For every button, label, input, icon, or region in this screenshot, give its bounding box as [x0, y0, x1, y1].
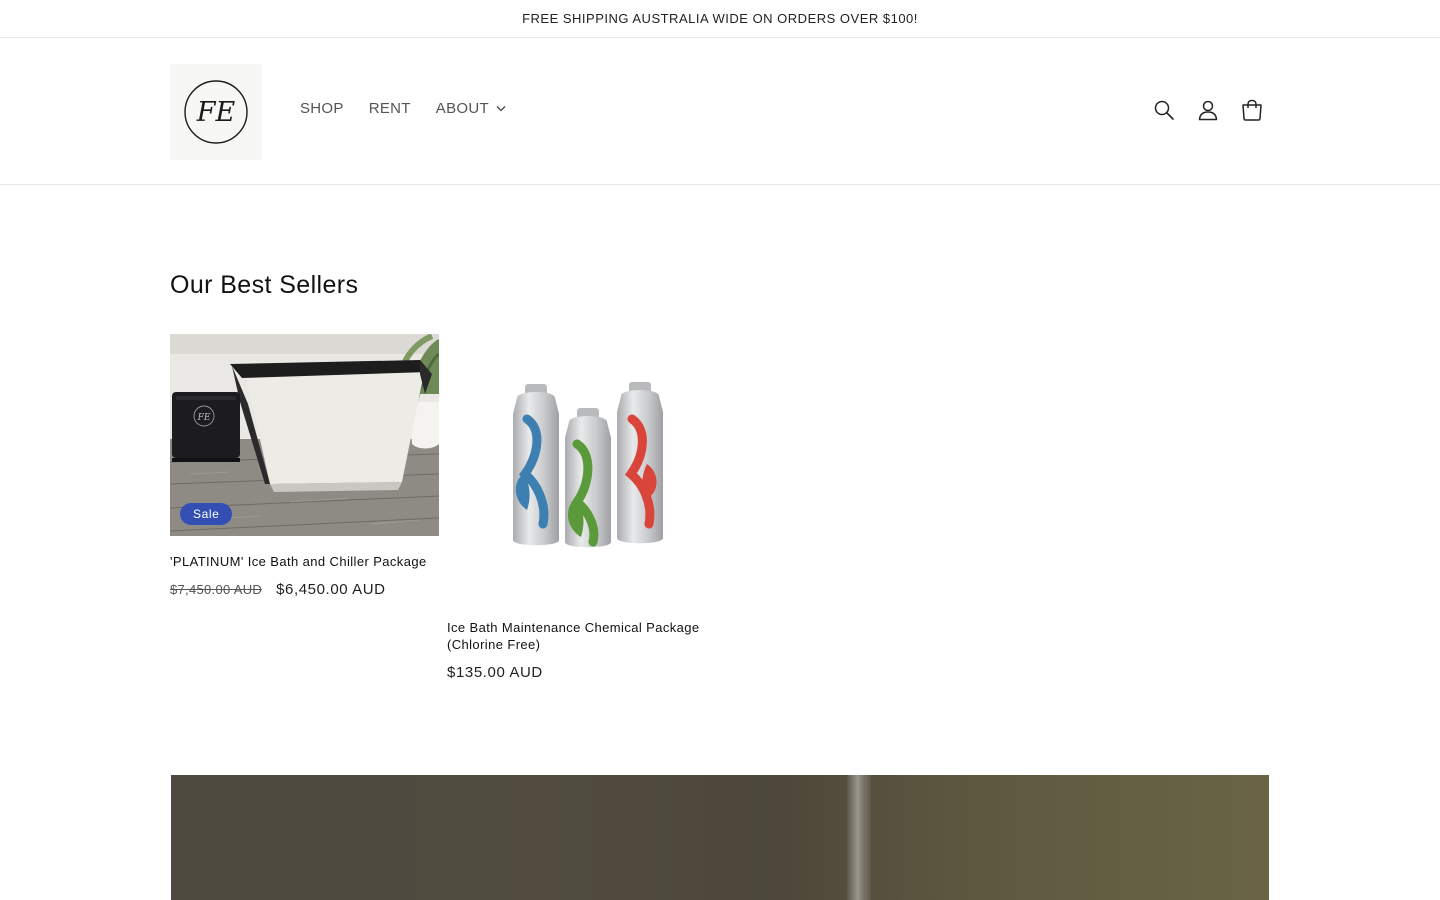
product-image-chemicals[interactable]	[447, 334, 716, 603]
regular-price: $7,450.00 AUD	[170, 582, 263, 597]
bottle-green	[565, 408, 611, 548]
nav-shop-label: SHOP	[300, 100, 344, 117]
chemical-bottles-photo	[513, 382, 663, 548]
sale-badge: Sale	[180, 503, 233, 525]
bottle-blue	[513, 384, 559, 546]
price-row: $7,450.00 AUD $6,450.00 AUD	[170, 581, 439, 598]
sale-price: $6,450.00 AUD	[276, 581, 386, 598]
account-icon[interactable]	[1194, 96, 1222, 124]
nav-shop[interactable]: SHOP	[300, 100, 344, 117]
logo-mark-icon: FE	[184, 80, 248, 144]
product-image-ice-bath[interactable]: FE Sale	[170, 334, 439, 536]
banner-photo-detail	[847, 775, 871, 900]
nav-rent-label: RENT	[368, 100, 411, 117]
product-card[interactable]: FE Sale 'PLATINUM' Ice Bath and Chiller …	[170, 334, 439, 598]
cart-icon[interactable]	[1238, 96, 1266, 124]
section-title: Our Best Sellers	[170, 271, 359, 299]
product-title[interactable]: Ice Bath Maintenance Chemical Package (C…	[447, 619, 707, 653]
logo-initials: FE	[196, 97, 236, 128]
regular-price: $135.00 AUD	[447, 664, 543, 681]
announcement-bar: FREE SHIPPING AUSTRALIA WIDE ON ORDERS O…	[0, 0, 1440, 38]
logo[interactable]: FE	[170, 64, 262, 160]
svg-text:FE: FE	[197, 413, 211, 423]
announcement-text: FREE SHIPPING AUSTRALIA WIDE ON ORDERS O…	[522, 11, 918, 26]
header-icons	[1150, 96, 1282, 124]
search-icon[interactable]	[1150, 96, 1178, 124]
nav-about[interactable]: ABOUT	[436, 100, 506, 117]
nav-about-label: ABOUT	[435, 100, 489, 117]
product-card[interactable]: Ice Bath Maintenance Chemical Package (C…	[447, 334, 716, 681]
main-nav: SHOP RENT ABOUT	[300, 100, 531, 117]
site-header: FE SHOP RENT ABOUT	[0, 38, 1440, 185]
chevron-down-icon	[496, 105, 506, 112]
price-row: $135.00 AUD	[447, 664, 716, 681]
banner-image	[171, 775, 1269, 900]
nav-rent[interactable]: RENT	[369, 100, 411, 117]
product-title[interactable]: 'PLATINUM' Ice Bath and Chiller Package	[170, 553, 439, 570]
bottle-red	[617, 382, 663, 544]
